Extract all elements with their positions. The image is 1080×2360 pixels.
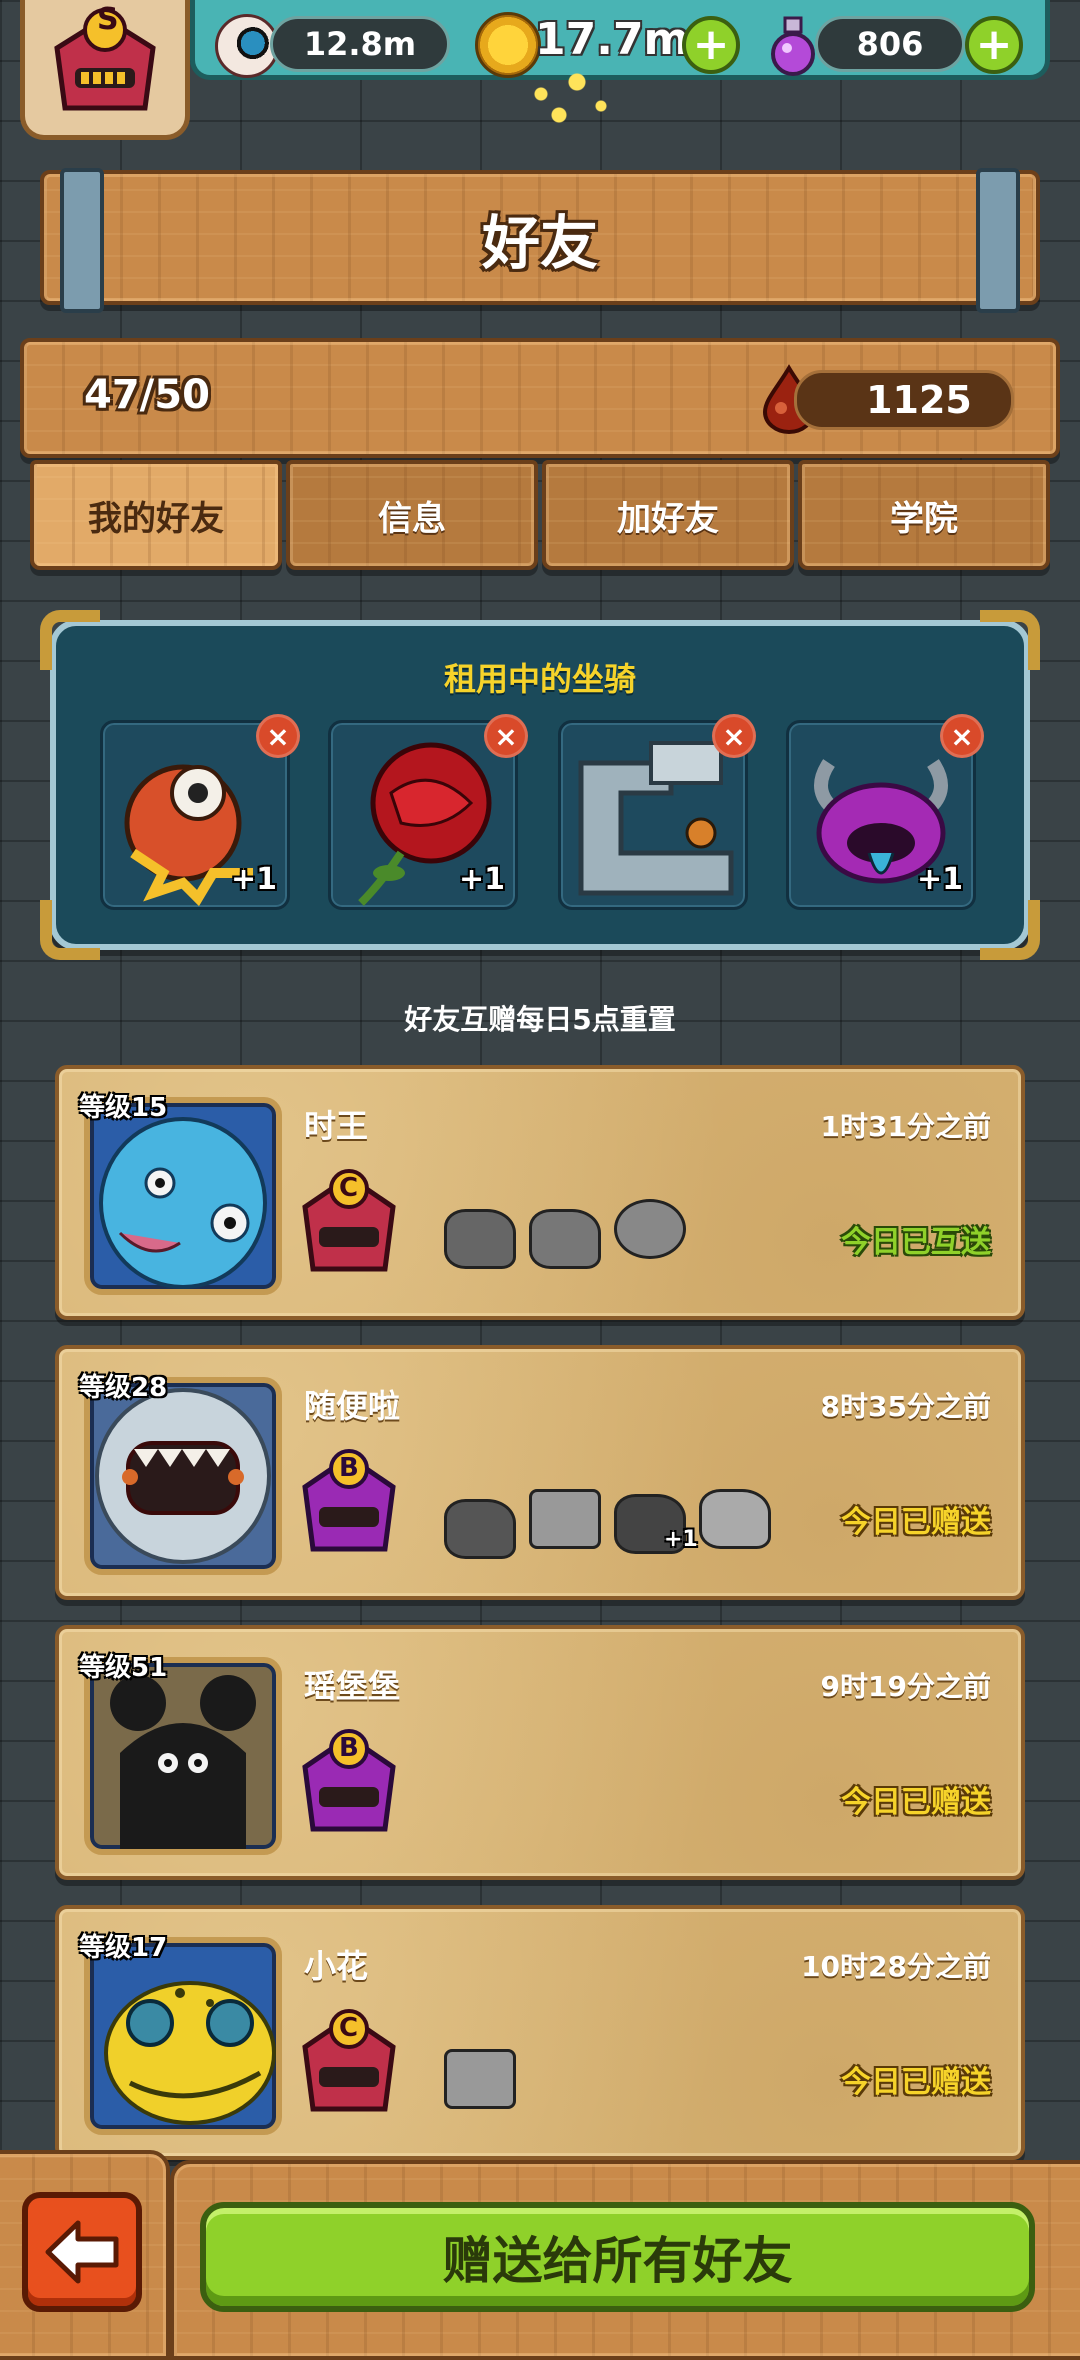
gift-status: 今日已赠送: [841, 1505, 991, 1540]
rented-mounts-title: 租用中的坐骑: [443, 660, 636, 698]
player-rank-letter: S: [97, 2, 119, 37]
friend-avatar: [84, 1377, 282, 1575]
friend-level: 等级28: [79, 1373, 168, 1403]
yellow-frog-avatar-icon: [104, 1981, 276, 2125]
gift-status: 今日已赠送: [841, 1785, 991, 1820]
friend-rank-letter: C: [339, 2013, 359, 2043]
friend-rank-badge: C: [299, 1169, 399, 1279]
panel-corner: [980, 900, 1040, 960]
blood-drop-value: 1125: [866, 378, 972, 422]
furry-monster-avatar-icon: [95, 1388, 271, 1564]
potion-value: 806: [815, 16, 965, 72]
friend-name: 时王: [304, 1107, 369, 1145]
arrow-left-icon: [45, 2220, 119, 2284]
friend-rank-badge: C: [299, 2009, 399, 2119]
remove-mount-button[interactable]: ×: [712, 714, 756, 758]
friend-last-online: 8时35分之前: [820, 1390, 991, 1423]
tab-label: 加好友: [617, 498, 719, 539]
friend-rank-badge: B: [299, 1729, 399, 1839]
remove-mount-button[interactable]: ×: [484, 714, 528, 758]
friend-last-online: 10时28分之前: [801, 1950, 991, 1983]
friend-level: 等级17: [79, 1933, 168, 1963]
friend-avatar: [84, 1937, 282, 2135]
panel-corner: [40, 610, 100, 670]
friend-card[interactable]: 等级17 小花 10时28分之前 C 今日已赠送: [55, 1905, 1025, 2160]
potion-icon: [765, 16, 821, 76]
tab-academy[interactable]: 学院: [798, 460, 1050, 570]
remove-mount-button[interactable]: ×: [256, 714, 300, 758]
remove-mount-button[interactable]: ×: [940, 714, 984, 758]
tab-label: 信息: [378, 498, 446, 539]
mount-bonus: +1: [664, 1527, 698, 1552]
title-banner: 好友: [40, 170, 1040, 305]
add-potions-button[interactable]: +: [965, 16, 1023, 74]
tab-my-friends[interactable]: 我的好友: [30, 460, 282, 570]
friend-name: 小花: [304, 1947, 369, 1985]
pufferfish-icon: [614, 1199, 686, 1259]
gift-status: 今日已互送: [841, 1225, 991, 1260]
eye-currency-value: 12.8m: [270, 16, 450, 72]
friend-level: 等级15: [79, 1093, 168, 1123]
friend-avatar: [84, 1657, 282, 1855]
friend-rank-letter: B: [339, 1733, 359, 1763]
friend-name: 随便啦: [304, 1387, 401, 1425]
tab-label: 我的好友: [88, 498, 224, 539]
tank-icon: [444, 1499, 516, 1559]
daily-reset-note: 好友互赠每日5点重置: [404, 1003, 676, 1036]
friend-level: 等级51: [79, 1653, 168, 1683]
tab-add-friend[interactable]: 加好友: [542, 460, 794, 570]
mount-bonus: +1: [458, 862, 505, 897]
blue-blob-avatar-icon: [99, 1117, 267, 1289]
add-coins-button[interactable]: +: [682, 16, 740, 74]
drill-bot-icon: [529, 1209, 601, 1269]
tab-bar: 我的好友 信息 加好友 学院: [30, 460, 1050, 570]
friends-count: 47/50: [84, 372, 210, 418]
page-title: 好友: [481, 208, 598, 277]
banner-clamp-right: [976, 168, 1020, 313]
friend-card[interactable]: 等级15 时王 1时31分之前 C 今日已互送: [55, 1065, 1025, 1320]
gift-all-friends-label: 赠送给所有好友: [442, 2232, 793, 2290]
friend-rank-letter: C: [339, 1173, 359, 1203]
gift-all-friends-button[interactable]: 赠送给所有好友: [200, 2202, 1035, 2312]
coin-sparkle-icon: [505, 70, 625, 130]
tab-messages[interactable]: 信息: [286, 460, 538, 570]
friend-last-online: 1时31分之前: [820, 1110, 991, 1143]
friend-rank-letter: B: [339, 1453, 359, 1483]
robot-icon: [529, 1489, 601, 1549]
friend-avatar: [84, 1097, 282, 1295]
friend-name: 瑶堡堡: [304, 1667, 401, 1705]
coin-value: 17.7m: [535, 14, 690, 65]
gift-status: 今日已赠送: [841, 2065, 991, 2100]
friend-card[interactable]: 等级28 随便啦 8时35分之前 B +1 今日已赠送: [55, 1345, 1025, 1600]
player-rank-avatar[interactable]: S: [20, 0, 190, 140]
friend-last-online: 9时19分之前: [820, 1670, 991, 1703]
panel-corner: [980, 610, 1040, 670]
mount-bonus: +1: [916, 862, 963, 897]
spiky-beast-icon: [444, 1209, 516, 1269]
friend-card[interactable]: 等级51 瑶堡堡 9时19分之前 B 今日已赠送: [55, 1625, 1025, 1880]
back-button[interactable]: [22, 2192, 142, 2312]
coin-icon: [475, 12, 541, 78]
banner-clamp-left: [60, 168, 104, 313]
stats-bar: 47/50 1125: [20, 338, 1060, 458]
panel-corner: [40, 900, 100, 960]
blood-drop-value-pill: 1125: [794, 370, 1014, 430]
mount-bonus: +1: [230, 862, 277, 897]
black-mouse-avatar-icon: [110, 1675, 256, 1849]
robot-icon: [444, 2049, 516, 2109]
friend-rank-badge: B: [299, 1449, 399, 1559]
crane-beast-icon: [699, 1489, 771, 1549]
tab-label: 学院: [890, 498, 958, 539]
